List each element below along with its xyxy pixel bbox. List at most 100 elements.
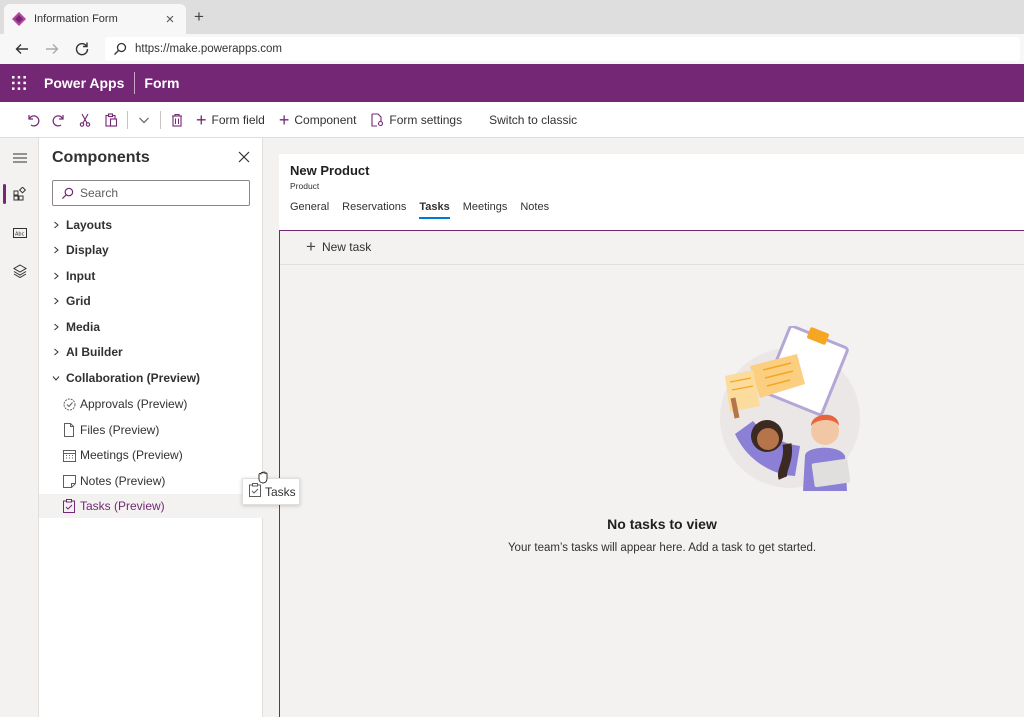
tab-meetings[interactable]: Meetings — [463, 201, 508, 219]
switch-classic-label: Switch to classic — [489, 113, 577, 127]
arrow-left-icon — [14, 41, 30, 57]
app-name[interactable]: Power Apps — [44, 72, 135, 94]
redo-button[interactable] — [46, 107, 72, 133]
new-tab-icon[interactable]: + — [189, 7, 209, 27]
new-task-button[interactable]: + New task — [306, 239, 371, 255]
left-rail: Abc — [0, 138, 39, 717]
redo-icon — [52, 113, 66, 127]
form-settings-label: Form settings — [389, 113, 462, 127]
category-label: Grid — [66, 294, 91, 308]
form-canvas: New Product Product General Reservations… — [263, 138, 1024, 717]
category-grid[interactable]: Grid — [50, 290, 91, 312]
component-files[interactable]: Files (Preview) — [39, 418, 263, 442]
chevron-right-icon — [50, 297, 62, 305]
app-launcher-icon[interactable] — [0, 64, 38, 102]
component-button[interactable]: + Component — [279, 107, 357, 133]
switch-classic-button[interactable]: Switch to classic — [484, 107, 577, 133]
search-input[interactable]: Search — [52, 180, 250, 206]
collapse-menu-button[interactable] — [0, 140, 39, 176]
chevron-down-icon — [50, 374, 62, 382]
search-placeholder: Search — [80, 186, 118, 200]
delete-button[interactable] — [164, 107, 190, 133]
component-approvals[interactable]: Approvals (Preview) — [39, 392, 263, 416]
component-tasks[interactable]: Tasks (Preview) — [39, 494, 263, 518]
task-icon — [62, 499, 76, 513]
components-pane: Components Search Layouts Display Input … — [39, 138, 263, 717]
search-icon — [113, 42, 127, 56]
tab-notes[interactable]: Notes — [520, 201, 549, 219]
hamburger-icon — [13, 152, 27, 164]
file-icon — [62, 423, 76, 437]
trash-icon — [170, 113, 184, 127]
category-input[interactable]: Input — [50, 265, 95, 287]
category-layouts[interactable]: Layouts — [50, 214, 112, 236]
chevron-down-icon — [138, 114, 150, 126]
category-label: Collaboration (Preview) — [66, 371, 200, 385]
separator — [160, 111, 161, 129]
pane-close-button[interactable] — [235, 148, 253, 166]
component-label: Approvals (Preview) — [80, 397, 187, 411]
url-text: https://make.powerapps.com — [135, 43, 282, 55]
drag-preview: Tasks — [242, 478, 300, 505]
component-label: Meetings (Preview) — [80, 448, 183, 462]
plus-icon: + — [279, 111, 290, 129]
component-notes[interactable]: Notes (Preview) — [39, 469, 263, 493]
rail-layers-button[interactable] — [0, 253, 39, 289]
components-icon — [13, 187, 27, 201]
refresh-icon — [74, 41, 90, 57]
refresh-button[interactable] — [67, 34, 97, 64]
clipboard-icon — [104, 113, 118, 127]
tab-reservations[interactable]: Reservations — [342, 201, 406, 219]
note-icon — [62, 474, 76, 488]
plus-icon: + — [196, 111, 207, 129]
form-tabs: General Reservations Tasks Meetings Note… — [290, 201, 562, 219]
waffle-grid-icon — [12, 76, 26, 90]
more-dropdown-button[interactable] — [131, 107, 157, 133]
browser-tab-bar: Information Form × + — [0, 0, 1024, 34]
arrow-right-icon — [44, 41, 60, 57]
document-settings-icon — [370, 113, 384, 127]
task-icon — [249, 483, 261, 500]
browser-tab[interactable]: Information Form × — [4, 4, 186, 34]
command-bar: + Form field + Component Form settings S… — [0, 102, 1024, 138]
form-header: New Product Product General Reservations… — [279, 154, 1024, 230]
category-label: Input — [66, 269, 95, 283]
scissors-icon — [78, 113, 92, 127]
paste-button[interactable] — [98, 107, 124, 133]
browser-tab-title: Information Form — [34, 13, 162, 25]
svg-text:Abc: Abc — [15, 232, 25, 238]
form-settings-button[interactable]: Form settings — [370, 107, 462, 133]
category-label: Display — [66, 243, 109, 257]
category-media[interactable]: Media — [50, 316, 100, 338]
chevron-right-icon — [50, 221, 62, 229]
category-label: AI Builder — [66, 345, 123, 359]
category-display[interactable]: Display — [50, 239, 109, 261]
tab-close-icon[interactable]: × — [162, 11, 178, 28]
approval-icon — [62, 397, 76, 411]
category-label: Layouts — [66, 218, 112, 232]
form-field-button[interactable]: + Form field — [196, 107, 265, 133]
tasks-section[interactable]: + New task No tasks to view Your team’s … — [279, 230, 1024, 717]
divider — [280, 264, 1024, 265]
tab-general[interactable]: General — [290, 201, 329, 219]
back-button[interactable] — [7, 34, 37, 64]
plus-icon: + — [306, 239, 316, 255]
category-collaboration[interactable]: Collaboration (Preview) — [50, 367, 200, 389]
component-meetings[interactable]: Meetings (Preview) — [39, 443, 263, 467]
calendar-icon — [62, 448, 76, 462]
search-icon — [61, 187, 74, 200]
cut-button[interactable] — [72, 107, 98, 133]
page-name: Form — [144, 75, 179, 91]
forward-button[interactable] — [37, 34, 67, 64]
category-ai-builder[interactable]: AI Builder — [50, 341, 123, 363]
component-label: Tasks (Preview) — [80, 499, 165, 513]
tab-tasks[interactable]: Tasks — [419, 201, 449, 219]
rail-fields-button[interactable]: Abc — [0, 215, 39, 251]
url-field[interactable]: https://make.powerapps.com — [105, 37, 1020, 61]
pane-title: Components — [52, 149, 150, 167]
category-label: Media — [66, 320, 100, 334]
app-header: Power Apps Form — [0, 64, 1024, 102]
form-field-label: Form field — [212, 113, 265, 127]
rail-components-button[interactable] — [0, 176, 39, 212]
undo-button[interactable] — [20, 107, 46, 133]
